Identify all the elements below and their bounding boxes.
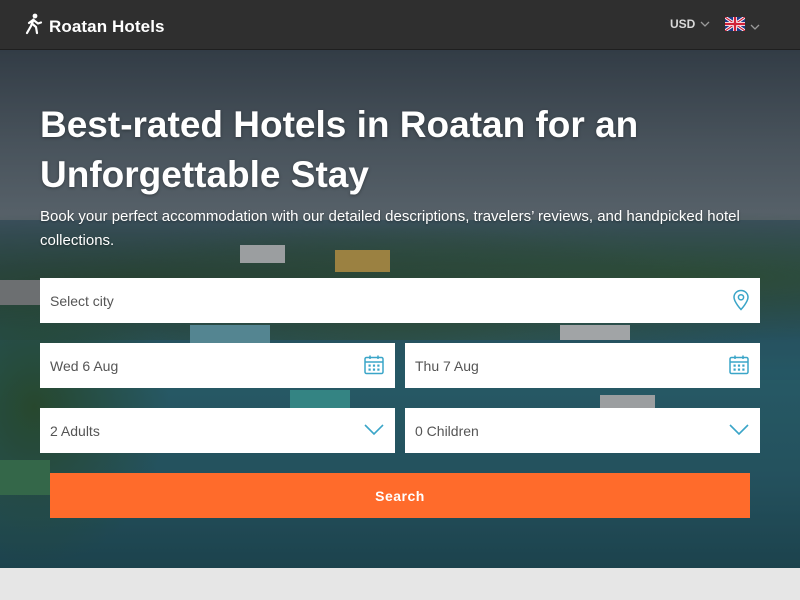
brand-name: Roatan Hotels — [49, 16, 165, 36]
language-selector[interactable] — [724, 15, 760, 36]
calendar-icon — [363, 354, 385, 379]
top-navigation-bar: Roatan Hotels USD — [0, 0, 800, 50]
checkin-date-value: Wed 6 Aug — [50, 357, 119, 374]
chevron-down-icon — [700, 21, 710, 27]
city-select-field[interactable] — [40, 278, 760, 323]
hero-subtitle: Book your perfect accommodation with our… — [40, 208, 740, 249]
walking-person-icon — [24, 13, 43, 40]
currency-label: USD — [670, 17, 696, 31]
chevron-down-icon — [363, 423, 385, 440]
children-select-field[interactable]: 0 Children — [405, 408, 760, 453]
map-pin-icon — [732, 289, 750, 314]
checkout-date-field[interactable]: Thu 7 Aug — [405, 343, 760, 388]
hero-headline: Best-rated Hotels in Roatan for an Unfor… — [40, 104, 639, 195]
brand-logo-link[interactable]: Roatan Hotels — [24, 13, 165, 40]
adults-select-field[interactable]: 2 Adults — [40, 408, 395, 453]
checkin-date-field[interactable]: Wed 6 Aug — [40, 343, 395, 388]
adults-value: 2 Adults — [50, 422, 100, 439]
search-button[interactable]: Search — [50, 473, 750, 518]
chevron-down-icon — [728, 423, 750, 440]
chevron-down-icon — [750, 24, 760, 30]
city-input[interactable] — [50, 292, 760, 309]
calendar-icon — [728, 354, 750, 379]
children-value: 0 Children — [415, 422, 479, 439]
checkout-date-value: Thu 7 Aug — [415, 357, 479, 374]
uk-flag-icon — [724, 15, 746, 36]
currency-selector[interactable]: USD — [670, 17, 710, 31]
